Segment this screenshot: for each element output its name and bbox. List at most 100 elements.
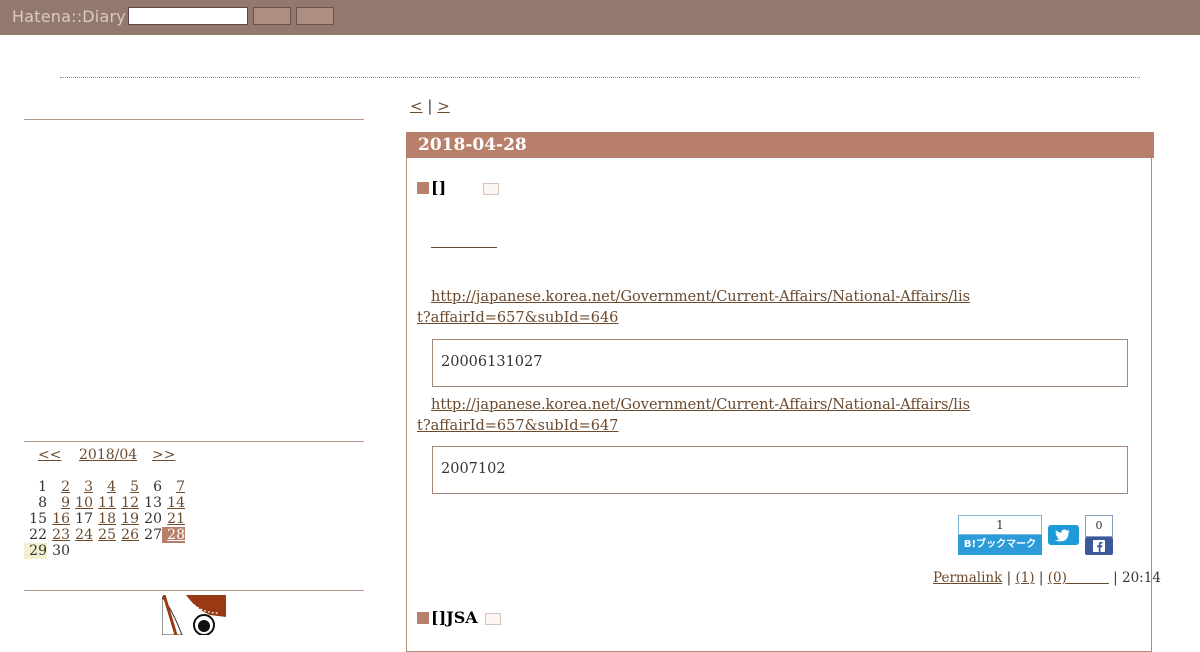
source-link[interactable]: http://japanese.korea.net/Government/Cur…: [417, 289, 970, 326]
calendar-day[interactable]: 28: [162, 527, 185, 543]
calendar-prev-month[interactable]: <<: [38, 447, 61, 463]
site-logo[interactable]: Hatena::Diary: [12, 7, 126, 26]
calendar-day[interactable]: 16: [47, 511, 70, 527]
diary-search-button[interactable]: [296, 7, 334, 25]
calendar-day-link[interactable]: 5: [130, 479, 139, 495]
twitter-button[interactable]: [1048, 525, 1079, 545]
twitter-icon: [1055, 529, 1070, 542]
section-anchor[interactable]: [417, 608, 431, 627]
section-title: []: [417, 178, 446, 197]
next-page-link[interactable]: >: [437, 97, 450, 115]
calendar-day[interactable]: 14: [162, 495, 185, 511]
calendar-day[interactable]: 26: [116, 527, 139, 543]
calendar-day: 8: [38, 495, 47, 511]
calendar-day: 1: [38, 479, 47, 495]
header-divider: [60, 77, 1140, 78]
calendar-day: 27: [144, 527, 162, 543]
calendar-day: 17: [75, 511, 93, 527]
calendar-day-link[interactable]: 9: [61, 495, 70, 511]
calendar-day-link[interactable]: 19: [121, 511, 139, 527]
calendar-day-link[interactable]: 23: [52, 527, 70, 543]
sidebar-divider: [24, 119, 364, 120]
hatena-bookmark-button[interactable]: 1 B!ブックマーク: [958, 515, 1042, 555]
calendar-day-link[interactable]: 21: [167, 511, 185, 527]
calendar-day[interactable]: 25: [93, 527, 116, 543]
blockquote: 20006131027: [432, 339, 1128, 387]
calendar-day[interactable]: 11: [93, 495, 116, 511]
calendar-day-link[interactable]: 4: [107, 479, 116, 495]
section-title-text: []: [431, 178, 447, 197]
calendar-day-link[interactable]: 7: [176, 479, 185, 495]
calendar-day[interactable]: 24: [70, 527, 93, 543]
sidebar-divider: [24, 441, 364, 442]
search-button[interactable]: [253, 7, 291, 25]
calendar-day[interactable]: 3: [70, 479, 93, 495]
calendar-week: 29 30: [24, 543, 185, 559]
calendar-day: 30: [52, 543, 70, 559]
calendar-day: 13: [144, 495, 162, 511]
calendar-day[interactable]: 4: [93, 479, 116, 495]
profile-image[interactable]: [162, 595, 226, 635]
calendar-day-link[interactable]: 12: [121, 495, 139, 511]
calendar-next-month[interactable]: >>: [152, 447, 175, 463]
calendar-day[interactable]: 9: [47, 495, 70, 511]
facebook-share-count[interactable]: 0: [1085, 515, 1113, 537]
source-url: http://japanese.korea.net/Government/Cur…: [417, 395, 977, 437]
calendar-day[interactable]: 7: [162, 479, 185, 495]
square-icon: [417, 182, 429, 194]
calendar-day: 15: [29, 511, 47, 527]
calendar-week: 8 9 10 11 12 13 14: [24, 495, 185, 511]
calendar-day-link[interactable]: 16: [52, 511, 70, 527]
hatena-bookmark-label: B!ブックマーク: [958, 535, 1042, 555]
calendar-day-link[interactable]: 10: [75, 495, 93, 511]
pager-separator: |: [427, 97, 433, 115]
calendar-day-link[interactable]: 14: [167, 495, 185, 511]
calendar-day[interactable]: 5: [116, 479, 139, 495]
source-url: http://japanese.korea.net/Government/Cur…: [417, 287, 977, 329]
bookmark-icon[interactable]: [483, 183, 499, 195]
keyword-link[interactable]: [431, 247, 497, 248]
section-anchor[interactable]: [417, 178, 431, 197]
calendar-day-link[interactable]: 2: [61, 479, 70, 495]
trackbacks-link[interactable]: (0): [1048, 570, 1067, 586]
calendar-day: 22: [29, 527, 47, 543]
footer-separator: |: [1038, 570, 1044, 586]
calendar-day-link[interactable]: 28: [167, 527, 185, 543]
calendar-day[interactable]: 23: [47, 527, 70, 543]
calendar-day: 6: [153, 479, 162, 495]
facebook-share-button[interactable]: 0: [1085, 515, 1113, 555]
blockquote: 2007102: [432, 446, 1128, 494]
entry-footer: Permalink | (1) | (0) | 20:14: [933, 570, 1161, 586]
calendar-day[interactable]: 19: [116, 511, 139, 527]
sidebar-divider: [24, 590, 364, 591]
facebook-icon: [1085, 537, 1113, 555]
day-title[interactable]: 2018-04-28: [406, 132, 1154, 158]
calendar-day-link[interactable]: 24: [75, 527, 93, 543]
footer-separator: |: [1113, 570, 1118, 586]
calendar-day[interactable]: 2: [47, 479, 70, 495]
calendar-week: 22 23 24 25 26 27 28: [24, 527, 185, 543]
top-bar: Hatena::Diary: [0, 0, 1200, 35]
calendar-day-link[interactable]: 18: [98, 511, 116, 527]
calendar-day[interactable]: 10: [70, 495, 93, 511]
calendar-grid: 1 2 3 4 5 6 7 8 9 10 11 12 13 14 15 16 17 18 19 20 21 22 23 24 2…: [24, 479, 185, 559]
blank-link[interactable]: [1066, 571, 1109, 584]
calendar-day-link[interactable]: 3: [84, 479, 93, 495]
calendar-day-link[interactable]: 11: [98, 495, 116, 511]
comments-link[interactable]: (1): [1015, 570, 1034, 586]
calendar-month[interactable]: 2018/04: [79, 447, 137, 463]
calendar-day-link[interactable]: 26: [121, 527, 139, 543]
prev-page-link[interactable]: <: [410, 97, 423, 115]
permalink-link[interactable]: Permalink: [933, 570, 1002, 586]
calendar-day[interactable]: 18: [93, 511, 116, 527]
bookmark-icon[interactable]: [485, 613, 501, 625]
calendar-week: 15 16 17 18 19 20 21: [24, 511, 185, 527]
search-input[interactable]: [128, 7, 248, 25]
source-link[interactable]: http://japanese.korea.net/Government/Cur…: [417, 397, 970, 434]
section-title-text: []JSA: [431, 608, 478, 627]
section-title: []JSA: [417, 608, 478, 627]
hatena-bookmark-count[interactable]: 1: [958, 515, 1042, 535]
calendar-day[interactable]: 21: [162, 511, 185, 527]
calendar-day[interactable]: 12: [116, 495, 139, 511]
calendar-day-link[interactable]: 25: [98, 527, 116, 543]
